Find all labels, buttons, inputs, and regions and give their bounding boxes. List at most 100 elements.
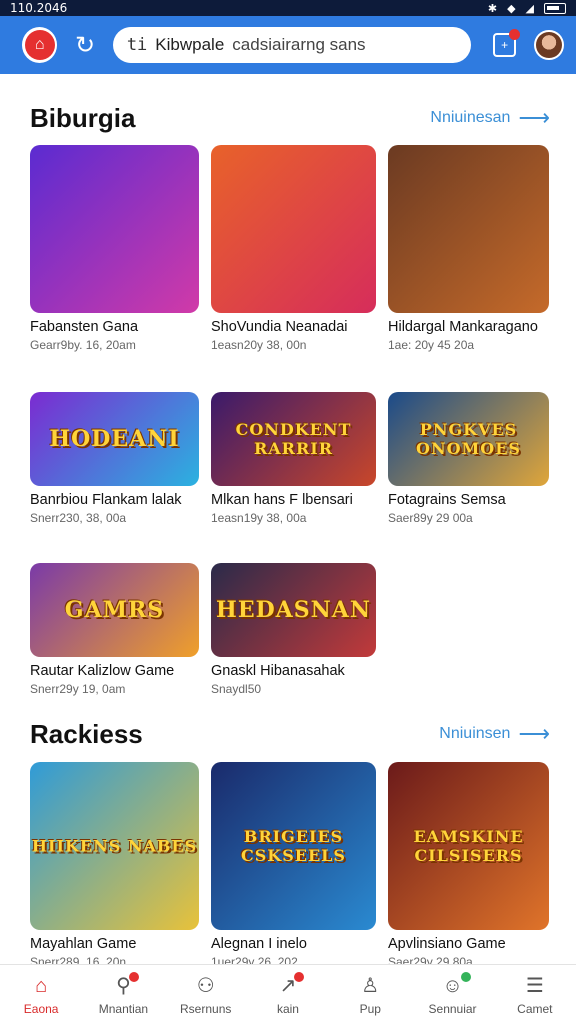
- game-card[interactable]: ShoVundia Neanadai 1easn20y 38, 00n: [211, 145, 376, 352]
- game-title[interactable]: Gnaskl Hibanasahak: [211, 663, 376, 679]
- nav-label: Mnantian: [98, 1001, 149, 1016]
- arrow-right-icon: ⟶: [518, 721, 550, 746]
- game-title[interactable]: Fabansten Gana: [30, 319, 199, 335]
- game-thumbnail[interactable]: HODEANI: [30, 392, 199, 486]
- battery-icon: [544, 2, 566, 14]
- game-thumbnail[interactable]: GAMRS: [30, 563, 199, 657]
- game-card[interactable]: HEDASNAN Gnaskl Hibanasahak Snaydl50: [211, 563, 376, 696]
- game-title[interactable]: Mlkan hans F lbensari: [211, 492, 376, 508]
- nav-label: kain: [276, 1001, 299, 1016]
- game-meta: Snerr230, 38, 00a: [30, 511, 127, 525]
- menu-icon: ☰: [525, 974, 544, 997]
- game-logo-art: HEDASNAN: [216, 597, 371, 623]
- game-card[interactable]: HODEANI Banrbiou Flankam lalak Snerr230, 3…: [30, 392, 199, 525]
- game-card[interactable]: CONDKENT RARRIR Mlkan hans F lbensari 1eas…: [211, 392, 376, 525]
- status-bar: 110.2046 ✱ ◆ ◢: [0, 0, 576, 16]
- see-more-link[interactable]: Nniuinesan ⟶: [430, 105, 550, 131]
- search-prefix: ti: [126, 35, 148, 55]
- game-thumbnail[interactable]: PNGKVES ONOMOES: [388, 392, 549, 486]
- notification-badge: [294, 971, 305, 982]
- game-title[interactable]: Fotagrains Semsa: [388, 492, 549, 508]
- search-input[interactable]: ti Kibwpale cadsiairarng sans: [112, 27, 471, 63]
- nav-label: Eaona: [23, 1001, 59, 1016]
- signal-icon: ◢: [525, 1, 534, 15]
- game-card[interactable]: BRIGEIES CSKSEELS Alegnan I inelo 1uer29y …: [211, 762, 376, 969]
- refresh-icon[interactable]: ↻: [69, 31, 100, 60]
- game-card[interactable]: HIIKENS NABES Mayahlan Game Snerr289, 16, …: [30, 762, 199, 969]
- nav-item-chart[interactable]: ↗ kain: [248, 971, 328, 1016]
- game-title[interactable]: Banrbiou Flankam lalak: [30, 492, 199, 508]
- notification-badge: [128, 971, 139, 982]
- game-meta: 1easn19y 38, 00a: [211, 511, 307, 525]
- section-title: Rackiess: [30, 718, 143, 749]
- game-logo-art: EAMSKINE CILSISERS: [413, 827, 524, 865]
- chart-icon: ↗: [280, 971, 305, 998]
- game-thumbnail[interactable]: [30, 145, 199, 313]
- game-meta: Gearr9by. 16, 20am: [30, 338, 136, 352]
- game-thumbnail[interactable]: CONDKENT RARRIR: [211, 392, 376, 486]
- notification-badge: [460, 971, 471, 982]
- game-grid: Fabansten Gana Gearr9by. 16, 20am ShoVundi…: [30, 145, 550, 696]
- game-card[interactable]: EAMSKINE CILSISERS Apvlinsiano Game Saer29…: [388, 762, 549, 969]
- game-grid: HIIKENS NABES Mayahlan Game Snerr289, 16, …: [30, 762, 550, 969]
- section-header: Rackiess Nniuinsen ⟶: [30, 714, 550, 754]
- nav-item-home[interactable]: ⌂ Eaona: [1, 974, 81, 1016]
- tabs-badge: [509, 29, 521, 40]
- see-more-label: Nniuinesan: [430, 109, 511, 126]
- status-icons: ✱ ◆ ◢: [488, 2, 566, 15]
- game-title[interactable]: ShoVundia Neanadai: [211, 319, 376, 335]
- see-more-link[interactable]: Nniuinsen ⟶: [439, 721, 550, 747]
- game-thumbnail[interactable]: [211, 145, 376, 313]
- top-bar: ⌂ ↻ ti Kibwpale cadsiairarng sans +: [0, 16, 576, 74]
- game-title[interactable]: Apvlinsiano Game: [388, 936, 549, 952]
- game-meta: Snaydl50: [211, 682, 262, 696]
- main-content: Biburgia Nniuinesan ⟶ Fabansten Gana Gear…: [0, 74, 576, 969]
- bottom-nav: ⌂ Eaona ⚲ Mnantian ⚇ Rsernuns ↗ kain ♙ Pup ☺ Sennui…: [0, 964, 576, 1024]
- game-meta: 1easn20y 38, 00n: [211, 338, 307, 352]
- game-thumbnail[interactable]: [388, 145, 549, 313]
- game-title[interactable]: Hildargal Mankaragano: [388, 319, 549, 335]
- game-title[interactable]: Alegnan I inelo: [211, 936, 376, 952]
- nav-label: Sennuiar: [428, 1001, 477, 1016]
- wifi-icon: ◆: [507, 1, 516, 15]
- game-thumbnail[interactable]: BRIGEIES CSKSEELS: [211, 762, 376, 930]
- game-thumbnail[interactable]: EAMSKINE CILSISERS: [388, 762, 549, 930]
- nav-item-message[interactable]: ☺ Sennuiar: [413, 971, 493, 1016]
- nav-item-search[interactable]: ⚲ Mnantian: [83, 971, 163, 1016]
- tabs-button[interactable]: +: [492, 29, 521, 57]
- people-icon: ⚇: [196, 974, 215, 997]
- game-logo-art: HIIKENS NABES: [31, 836, 198, 856]
- tabs-icon: +: [501, 38, 509, 52]
- status-time: 110.2046: [10, 1, 68, 15]
- search-placeholder: cadsiairarng sans: [232, 35, 366, 54]
- message-icon: ☺: [442, 971, 471, 998]
- nav-label: Camet: [517, 1001, 553, 1016]
- nav-item-menu[interactable]: ☰ Camet: [495, 974, 575, 1016]
- game-card[interactable]: PNGKVES ONOMOES Fotagrains Semsa Saer89y 2…: [388, 392, 549, 525]
- search-icon: ⚲: [116, 971, 139, 998]
- section-header: Biburgia Nniuinesan ⟶: [30, 98, 550, 138]
- game-card[interactable]: Fabansten Gana Gearr9by. 16, 20am: [30, 145, 199, 352]
- game-logo-art: BRIGEIES CSKSEELS: [241, 827, 346, 865]
- bluetooth-icon: ✱: [487, 1, 498, 15]
- nav-label: Rsernuns: [180, 1001, 232, 1016]
- search-value: Kibwpale: [155, 35, 225, 54]
- avatar[interactable]: [534, 30, 565, 60]
- game-logo-art: PNGKVES ONOMOES: [416, 420, 521, 458]
- game-thumbnail[interactable]: HEDASNAN: [211, 563, 376, 657]
- section-title: Biburgia: [30, 102, 136, 133]
- nav-item-people[interactable]: ⚇ Rsernuns: [166, 974, 246, 1016]
- home-button[interactable]: ⌂: [22, 27, 58, 63]
- nav-item-user[interactable]: ♙ Pup: [330, 974, 410, 1016]
- game-title[interactable]: Rautar Kalizlow Game: [30, 663, 199, 679]
- game-card[interactable]: Hildargal Mankaragano 1ae: 20y 45 20a: [388, 145, 549, 352]
- user-icon: ♙: [361, 974, 380, 997]
- home-icon: ⌂: [24, 30, 55, 60]
- game-title[interactable]: Mayahlan Game: [30, 936, 199, 952]
- see-more-label: Nniuinsen: [439, 725, 511, 742]
- game-card[interactable]: GAMRS Rautar Kalizlow Game Snerr29y 19, 0a…: [30, 563, 199, 696]
- game-thumbnail[interactable]: HIIKENS NABES: [30, 762, 199, 930]
- arrow-right-icon: ⟶: [518, 105, 550, 130]
- home-icon: ⌂: [35, 974, 48, 997]
- game-meta: Snerr29y 19, 0am: [30, 682, 126, 696]
